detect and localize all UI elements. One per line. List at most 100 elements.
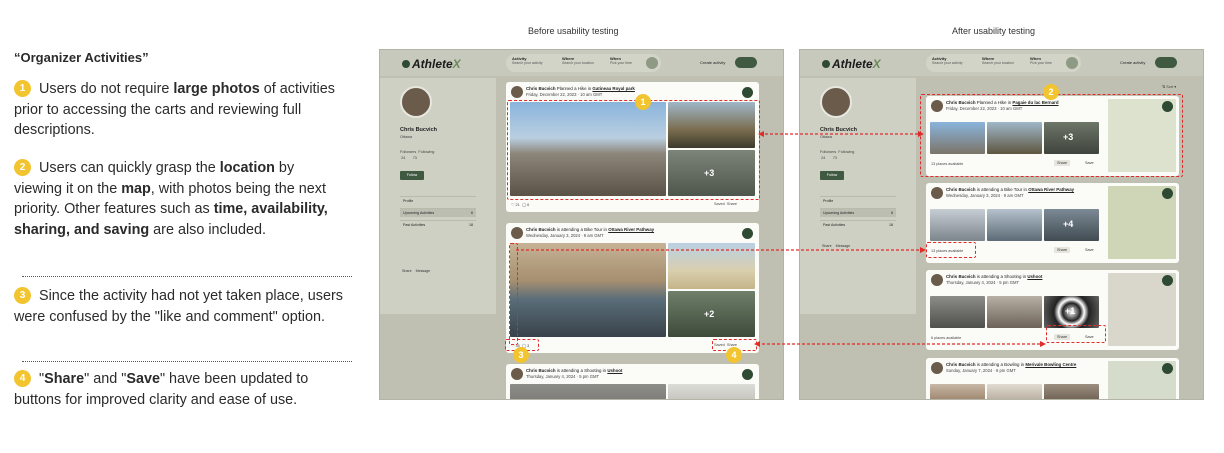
- follow-button[interactable]: Follow: [400, 171, 424, 180]
- card-date: Thursday, January 4, 2024 · 5 pm GMT: [946, 280, 1020, 285]
- bowling-icon: [1162, 363, 1173, 374]
- avatar: [511, 227, 523, 239]
- search-icon[interactable]: [1066, 57, 1078, 69]
- badge-4: 4: [726, 347, 742, 363]
- note-number: 1: [14, 80, 31, 97]
- top-bar: AthleteX Activity Search your activity Wh…: [800, 50, 1203, 76]
- share-button[interactable]: Share: [1054, 247, 1071, 253]
- top-bar: AthleteX Activity Search your activity Wh…: [380, 50, 783, 76]
- sort-dropdown[interactable]: ⇅ Sort ▾: [1162, 84, 1176, 89]
- profile-location: Ottawa: [820, 135, 833, 139]
- search-when[interactable]: When Pick your time: [610, 57, 632, 66]
- activity-card[interactable]: Chris Bucvich is attending a Bowling in …: [926, 358, 1179, 399]
- hike-icon: [742, 87, 753, 98]
- highlight-share-save-buttons: [1046, 325, 1106, 343]
- note-2: 2 Users can quickly grasp the location by…: [14, 159, 328, 238]
- card-date: Wednesday, January 3, 2024 · 9 am GMT: [946, 193, 1024, 198]
- search-where[interactable]: Where Search your location: [982, 57, 1014, 66]
- target-icon: [1162, 275, 1173, 286]
- location-link[interactable]: Merivale Bowling Centre: [1025, 362, 1076, 367]
- activity-card[interactable]: Chris Bucvich is attending a Bike Tour i…: [506, 223, 759, 353]
- photo-thumb[interactable]: [987, 296, 1042, 328]
- avatar: [931, 362, 943, 374]
- note-4: 4 "Share" and "Save" have been updated to…: [14, 370, 309, 408]
- profile-name: Chris Bucvich: [820, 127, 857, 133]
- save-share-row[interactable]: Saved Share: [714, 202, 737, 206]
- menu-profile[interactable]: Profile: [820, 196, 896, 205]
- location-link[interactable]: Ottawa River Pathway: [1028, 187, 1074, 192]
- follow-button[interactable]: Follow: [820, 171, 844, 180]
- photo-thumb[interactable]: [987, 384, 1042, 399]
- search-icon[interactable]: [646, 57, 658, 69]
- photo-thumb[interactable]: [987, 209, 1042, 241]
- card-title: Chris Bucvich Planned a Hike in Gatineau…: [526, 86, 635, 91]
- location-link[interactable]: Ushoot: [607, 368, 622, 373]
- photo-large[interactable]: [510, 384, 666, 399]
- menu-upcoming[interactable]: Upcoming Activities 6: [820, 208, 896, 217]
- location-link[interactable]: Ottawa River Pathway: [608, 227, 654, 232]
- before-label: Before usability testing: [528, 26, 619, 36]
- card-date: Thursday, January 4, 2024 · 5 pm GMT: [526, 374, 600, 379]
- profile-stats: Followers Following 24 73: [400, 150, 435, 160]
- location-link[interactable]: Gatineau Royal park: [592, 86, 634, 91]
- profile-sidebar: Chris Bucvich Ottawa Followers Following…: [800, 78, 916, 314]
- notes-title: “Organizer Activities”: [14, 50, 149, 65]
- logo-icon: [402, 60, 410, 68]
- note-3: 3 Since the activity had not yet taken pl…: [14, 287, 343, 325]
- location-link[interactable]: Ushoot: [1027, 274, 1042, 279]
- avatar: [931, 274, 943, 286]
- note-number: 4: [14, 370, 31, 387]
- search-bar[interactable]: Activity Search your activity Where Search…: [506, 54, 661, 72]
- photo-thumb[interactable]: [930, 209, 985, 241]
- note-number: 2: [14, 159, 31, 176]
- user-menu-icon[interactable]: [735, 57, 757, 68]
- create-activity-link[interactable]: Create activity: [1120, 60, 1145, 65]
- activity-card[interactable]: Chris Bucvich is attending a Shooting in…: [506, 364, 759, 399]
- photo-thumb[interactable]: [668, 243, 755, 289]
- card-date: Friday, December 22, 2023 · 10 am GMT: [526, 92, 603, 97]
- search-where[interactable]: Where Search your location: [562, 57, 594, 66]
- logo[interactable]: AthleteX: [822, 57, 881, 71]
- photo-thumb[interactable]: [668, 384, 755, 399]
- menu-upcoming[interactable]: Upcoming Activities 6: [400, 208, 476, 217]
- profile-sidebar: Chris Bucvich Ottawa Followers Following…: [380, 78, 496, 314]
- divider: [22, 276, 352, 277]
- profile-share-row[interactable]: Share Message: [822, 244, 850, 248]
- search-activity[interactable]: Activity Search your activity: [932, 57, 963, 66]
- create-activity-link[interactable]: Create activity: [700, 60, 725, 65]
- avatar: [511, 86, 523, 98]
- save-button[interactable]: Save: [1082, 247, 1097, 253]
- profile-location: Ottawa: [400, 135, 413, 139]
- photo-thumb[interactable]: [930, 296, 985, 328]
- badge-1: 1: [635, 94, 651, 110]
- card-title: Chris Bucvich is attending a Bike Tour i…: [946, 187, 1075, 192]
- menu-past[interactable]: Past Activities 18: [820, 220, 896, 229]
- logo[interactable]: AthleteX: [402, 57, 461, 71]
- menu-profile[interactable]: Profile: [400, 196, 476, 205]
- after-label: After usability testing: [952, 26, 1036, 36]
- note-number: 3: [14, 287, 31, 304]
- highlight-large-photos: [507, 100, 760, 200]
- search-activity[interactable]: Activity Search your activity: [512, 57, 543, 66]
- search-when[interactable]: When Pick your time: [1030, 57, 1052, 66]
- user-menu-icon[interactable]: [1155, 57, 1177, 68]
- card-title: Chris Bucvich is attending a Bike Tour i…: [526, 227, 655, 232]
- photo-large[interactable]: [510, 243, 666, 337]
- more-photos-count: +2: [704, 309, 715, 319]
- badge-2: 2: [1043, 84, 1059, 100]
- avatar: [820, 86, 852, 118]
- avatar: [931, 187, 943, 199]
- bike-icon: [742, 228, 753, 239]
- card-title: Chris Bucvich is attending a Bowling in …: [946, 362, 1077, 367]
- highlight-map-card: [920, 94, 1183, 177]
- availability: 6 places available: [931, 336, 962, 340]
- search-bar[interactable]: Activity Search your activity Where Search…: [926, 54, 1081, 72]
- profile-name: Chris Bucvich: [400, 127, 437, 133]
- photo-thumb[interactable]: [930, 384, 985, 399]
- profile-share-row[interactable]: Share Message: [402, 269, 430, 273]
- photo-thumb[interactable]: [1044, 384, 1099, 399]
- like-comment-row[interactable]: ♡ 21 ◯ 6: [511, 202, 529, 207]
- menu-past[interactable]: Past Activities 18: [400, 220, 476, 229]
- avatar: [511, 368, 523, 380]
- card-title: Chris Bucvich is attending a Shooting in…: [526, 368, 623, 373]
